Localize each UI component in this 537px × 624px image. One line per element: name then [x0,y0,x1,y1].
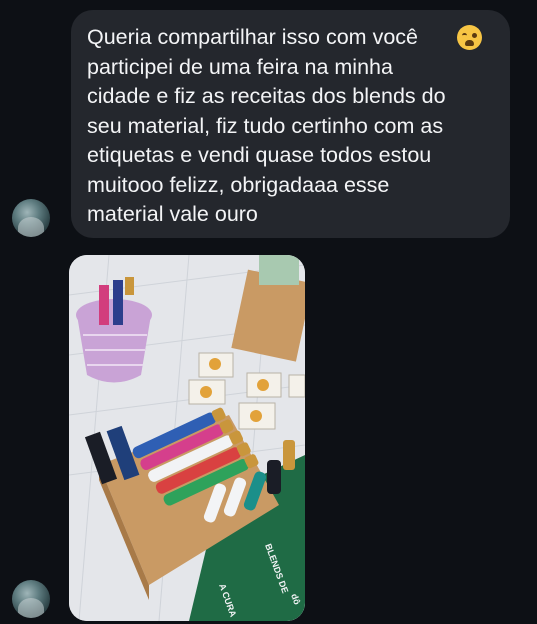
sender-avatar[interactable] [12,199,50,237]
message-text: Queria compartilhar isso com você partic… [87,25,446,226]
attached-photo[interactable]: BLENDS DE A CURA dô [69,255,305,621]
loudly-crying-face-icon [457,25,482,50]
photo-illustration: BLENDS DE A CURA dô [69,255,305,621]
message-bubble: Queria compartilhar isso com você partic… [71,10,510,238]
sender-avatar-bottom[interactable] [12,580,50,618]
